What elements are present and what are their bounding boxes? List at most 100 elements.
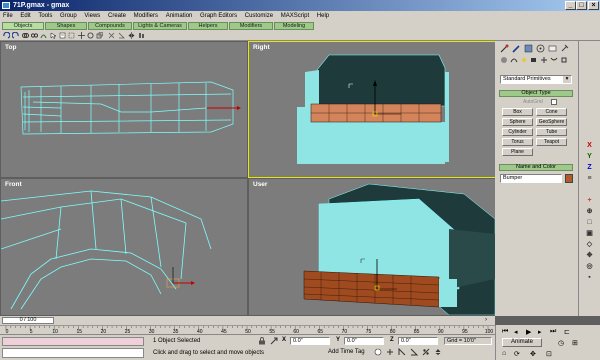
maxscript-listener[interactable] [2,337,144,346]
tube-button[interactable]: Tube [536,128,567,136]
redo-icon[interactable] [12,32,19,39]
move-icon[interactable] [78,32,85,39]
menu-tools[interactable]: Tools [35,11,55,21]
mirror-icon[interactable] [128,32,135,39]
zoom-region-icon[interactable]: ⊞ [572,339,578,347]
angle-snap-toggle-icon[interactable] [410,348,418,356]
cameras-icon[interactable] [530,56,538,64]
snap-toggle-icon[interactable] [398,348,406,356]
shapes-icon[interactable] [510,56,518,64]
maxscript-input[interactable] [2,348,144,358]
category-dropdown[interactable]: Standard Primitives ▾ [500,75,572,84]
modify-panel-icon[interactable] [512,44,521,53]
sphere-button[interactable]: Sphere [502,118,533,126]
torus-button[interactable]: Torus [502,138,533,146]
unlink-icon[interactable] [31,32,38,39]
viewport-front[interactable]: Front [1,179,247,315]
time-slider[interactable]: 0 / 100 › [0,316,495,325]
y-axis-icon[interactable]: Y [584,152,595,162]
create-panel-icon[interactable] [500,44,509,53]
spinner-snap-icon[interactable] [434,348,442,356]
menu-graph-editors[interactable]: Graph Editors [197,11,240,21]
hierarchy-panel-icon[interactable] [524,44,533,53]
pan-icon[interactable]: ✥ [584,251,595,261]
systems-icon[interactable] [560,56,568,64]
selection-region-icon[interactable] [68,32,75,39]
minimize-button[interactable]: _ [565,1,576,10]
link-icon[interactable] [22,32,29,39]
zoom-extents-all-icon[interactable]: ▣ [584,229,595,239]
menu-maxscript[interactable]: MAXScript [278,11,312,21]
object-type-rollout[interactable]: Object Type [499,90,573,97]
key-mode-icon[interactable]: ⊏ [564,328,570,336]
z-coordinate-field[interactable]: 0.0" [398,337,438,345]
absolute-mode-icon[interactable] [270,337,278,345]
rotate-icon[interactable] [87,32,94,39]
autogrid-checkbox[interactable] [551,99,557,105]
viewport-top[interactable]: Top [1,42,247,177]
min-max-toggle-icon[interactable]: ▪ [584,273,595,283]
go-to-start-icon[interactable]: ⏮ [502,328,508,336]
x-coordinate-field[interactable]: 0.0" [290,337,330,345]
menu-edit[interactable]: Edit [17,11,33,21]
zoom-all-icon[interactable]: ⊕ [584,207,595,217]
keyboard-shortcut-icon[interactable] [374,348,382,356]
geosphere-button[interactable]: GeoSphere [536,118,567,126]
space-warps-icon[interactable] [550,56,558,64]
menu-file[interactable]: File [0,11,16,21]
tab-objects[interactable]: Objects [2,22,44,30]
bind-space-warp-icon[interactable] [40,32,47,39]
angle-snap-icon[interactable] [118,32,125,39]
object-name-field[interactable]: Bumper [500,174,562,183]
x-axis-icon[interactable]: X [584,141,595,151]
add-time-tag[interactable]: Add Time Tag [328,349,365,355]
select-by-name-icon[interactable] [59,32,66,39]
teapot-button[interactable]: Teapot [536,138,567,146]
orbit-icon[interactable]: ⟳ [514,350,520,358]
y-coordinate-field[interactable]: 0.0" [344,337,384,345]
close-button[interactable]: × [588,1,599,10]
display-panel-icon[interactable] [548,44,557,53]
degradation-override-icon[interactable] [386,348,394,356]
align-icon[interactable] [138,32,145,39]
time-slider-thumb[interactable]: 0 / 100 [2,317,54,324]
menu-help[interactable]: Help [314,11,332,21]
tab-modifiers[interactable]: Modifiers [229,22,273,30]
play-icon[interactable]: ▶ [526,328,531,336]
menu-modifiers[interactable]: Modifiers [131,11,161,21]
tab-compounds[interactable]: Compounds [88,22,132,30]
maximize-viewport-icon[interactable]: ⊡ [546,350,552,358]
tab-shapes[interactable]: Shapes [45,22,87,30]
viewport-user[interactable]: User [249,179,495,315]
maximize-button[interactable]: □ [576,1,587,10]
zoom-extents-icon[interactable]: □ [584,218,595,228]
menu-customize[interactable]: Customize [242,11,276,21]
select-icon[interactable] [50,32,57,39]
timeline-track[interactable]: 0 5 10 15 20 25 30 35 40 45 50 55 60 65 70 75 80 85 90 95 10… [0,325,495,335]
percent-snap-icon[interactable] [422,348,430,356]
field-of-view-icon[interactable]: ◇ [584,240,595,250]
viewport-right[interactable]: Right [248,41,496,178]
utilities-panel-icon[interactable] [560,44,569,53]
box-button[interactable]: Box [502,108,533,116]
arc-rotate-icon[interactable]: ◎ [584,262,595,272]
viewport-pan-icon[interactable]: ✥ [530,350,536,358]
menu-animation[interactable]: Animation [163,11,196,21]
animate-button[interactable]: Animate [502,338,542,347]
motion-panel-icon[interactable] [536,44,545,53]
tab-helpers[interactable]: Helpers [188,22,228,30]
undo-icon[interactable] [3,32,10,39]
snap-icon[interactable] [108,32,115,39]
plane-button[interactable]: Plane [502,148,533,156]
lock-selection-icon[interactable] [258,337,266,345]
time-slider-next-icon[interactable]: › [485,317,487,323]
xy-plane-icon[interactable]: ≡ [584,174,595,184]
next-frame-icon[interactable]: ▸ [538,328,542,336]
scale-icon[interactable] [96,32,103,39]
menu-create[interactable]: Create [105,11,129,21]
z-axis-icon[interactable]: Z [584,163,595,173]
time-config-icon[interactable]: ◷ [558,339,564,347]
helpers-icon[interactable] [540,56,548,64]
menu-group[interactable]: Group [57,11,80,21]
menu-views[interactable]: Views [81,11,103,21]
